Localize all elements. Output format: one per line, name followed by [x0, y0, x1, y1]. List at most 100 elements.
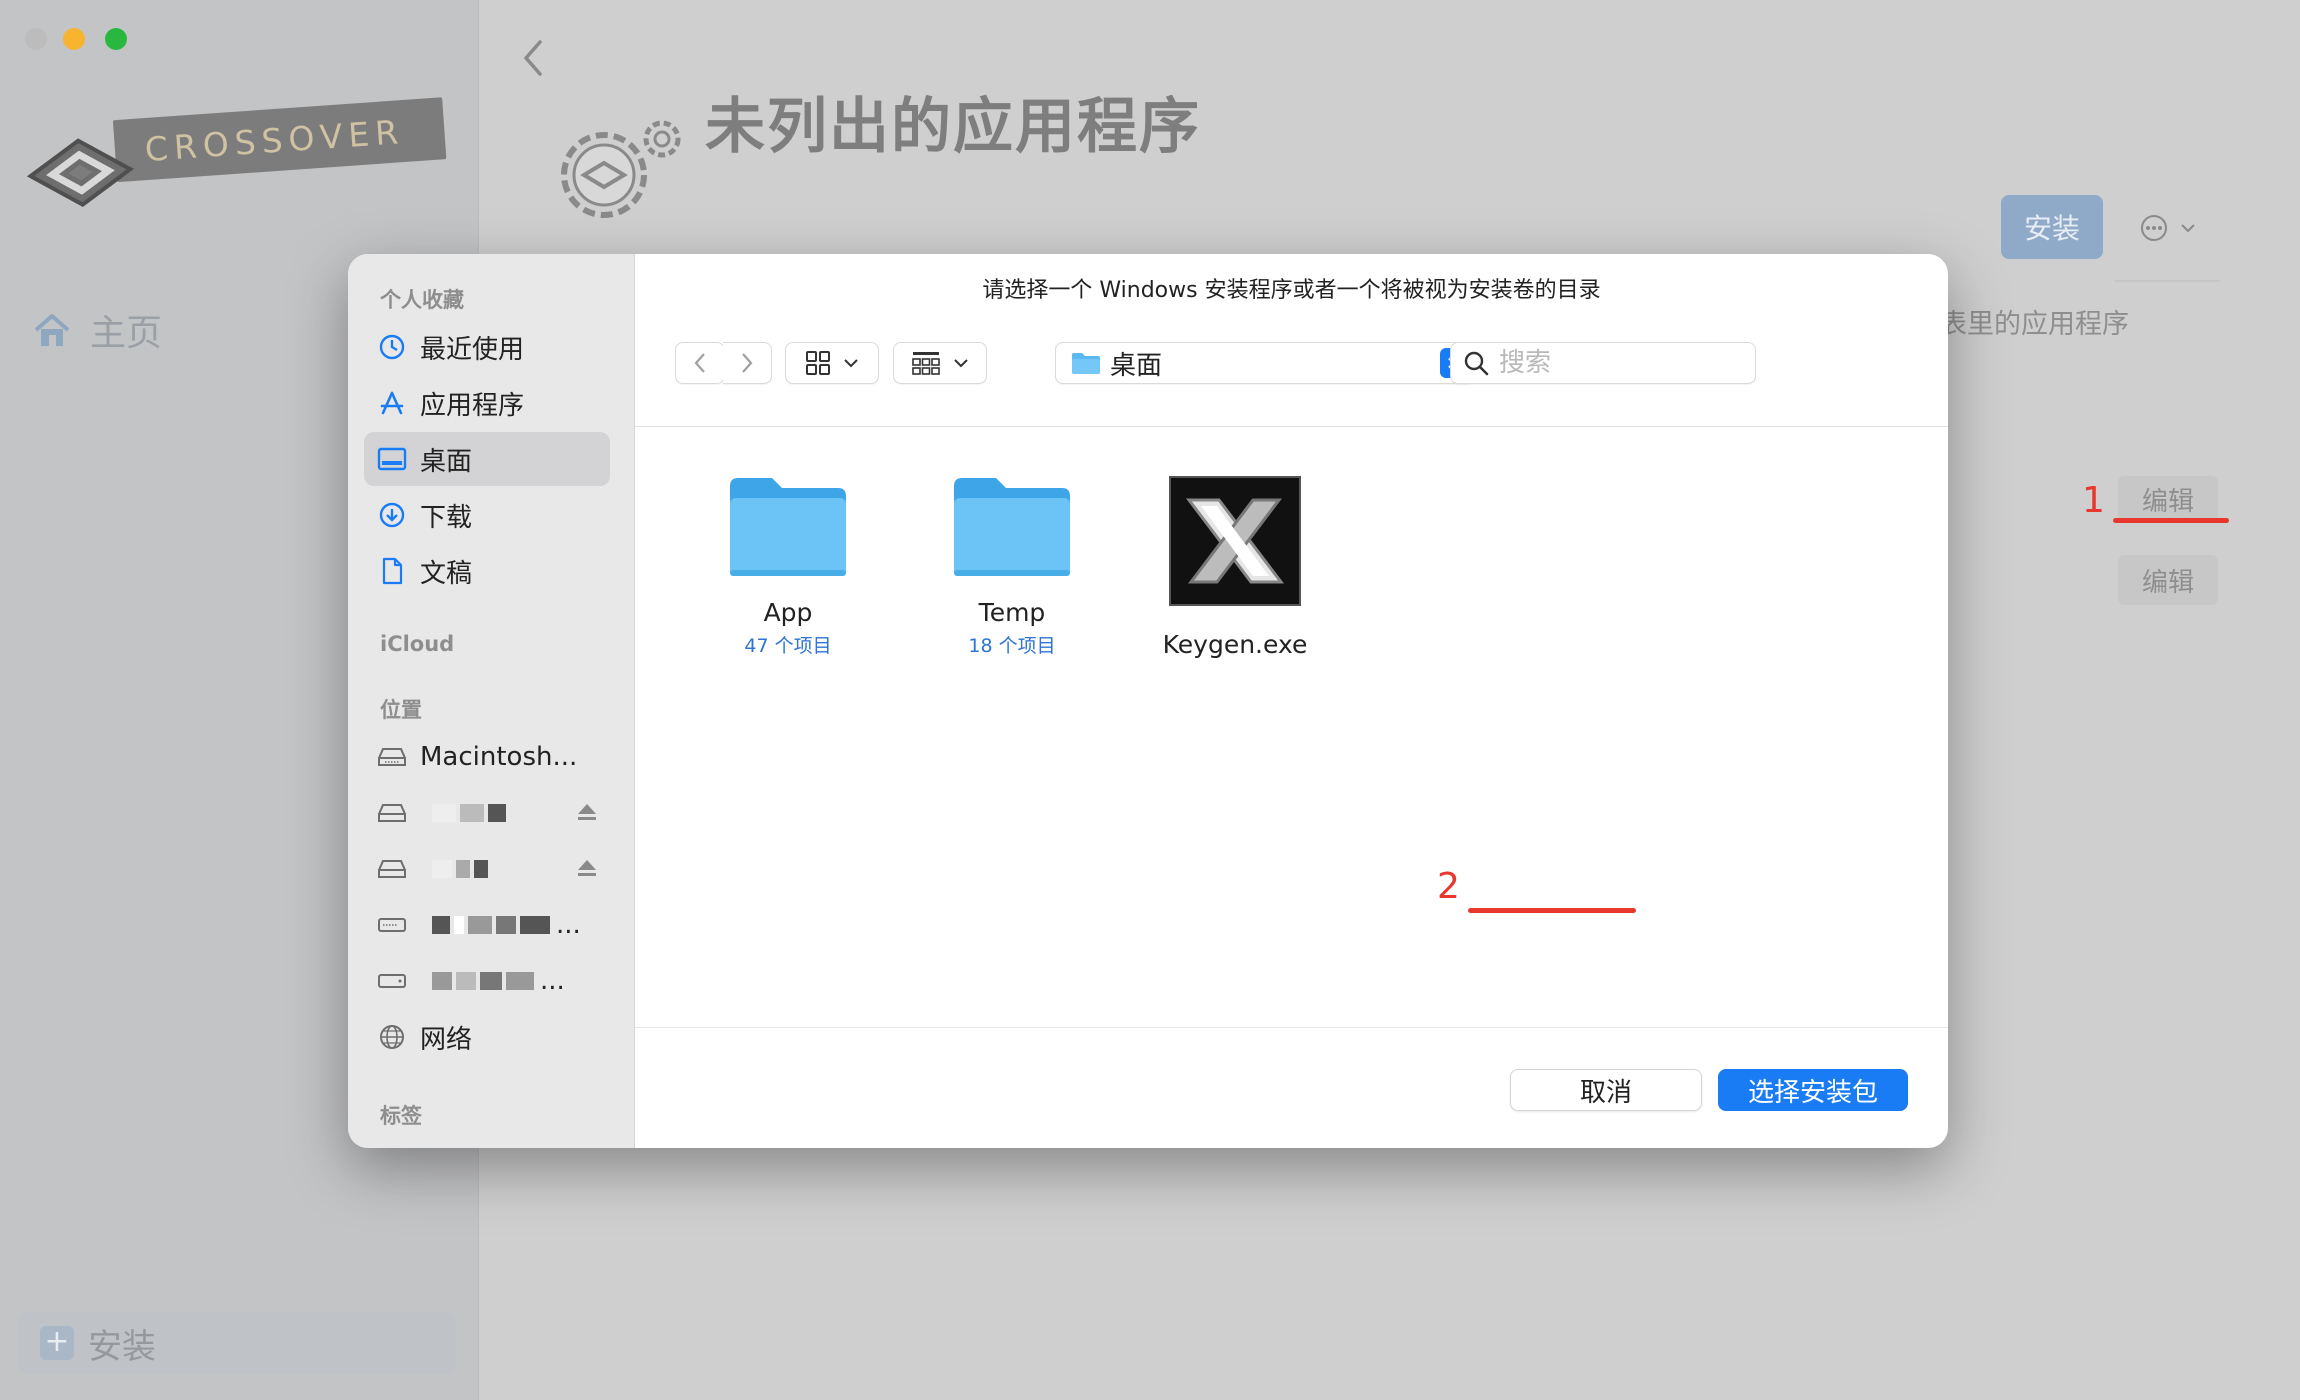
- sidebar-item-label: 应用程序: [420, 390, 525, 421]
- sidebar-item-external-disk-1[interactable]: [364, 786, 610, 840]
- sidebar-install-label: 安装: [88, 1326, 156, 1367]
- home-icon: [34, 314, 70, 346]
- file-name: Temp: [978, 598, 1046, 627]
- drive-icon: [376, 909, 408, 941]
- sidebar-item-label: Macintosh...: [420, 742, 578, 772]
- divider: [2115, 280, 2220, 282]
- locations-header: 位置: [380, 698, 422, 722]
- file-item-count: 18 个项目: [968, 635, 1056, 657]
- file-chooser-dialog: 个人收藏 最近使用 应用程序 桌面 下载 文稿 iCloud 位置 Macint…: [348, 254, 1948, 1148]
- sidebar-item-downloads[interactable]: 下载: [364, 488, 610, 542]
- globe-icon: [376, 1021, 408, 1053]
- annotation-underline-1: [2113, 518, 2229, 523]
- favorites-header: 个人收藏: [380, 288, 464, 312]
- eject-icon[interactable]: [576, 857, 598, 879]
- forward-button[interactable]: [723, 342, 772, 384]
- file-item-app[interactable]: App 47 个项目: [698, 470, 878, 658]
- external-disk-icon: [376, 797, 408, 829]
- document-icon: [376, 555, 408, 587]
- location-select[interactable]: 桌面: [1055, 342, 1475, 384]
- more-options-button[interactable]: [2128, 200, 2208, 256]
- sidebar-item-documents[interactable]: 文稿: [364, 544, 610, 598]
- page-title: 未列出的应用程序: [705, 92, 1201, 162]
- x-app-icon: [1169, 476, 1301, 606]
- annotation-underline-2: [1468, 908, 1636, 913]
- file-name: Keygen.exe: [1162, 630, 1308, 659]
- close-window-button[interactable]: [25, 28, 47, 50]
- sidebar-item-label: ...: [556, 910, 581, 940]
- crossover-logo: CROSSOVER: [17, 97, 449, 224]
- group-mode-button[interactable]: [893, 342, 987, 384]
- icon-grid-icon: [806, 351, 830, 375]
- plus-icon: +: [40, 1326, 74, 1360]
- search-input[interactable]: [1497, 347, 1721, 379]
- download-icon: [376, 499, 408, 531]
- chevron-left-icon: [694, 353, 705, 373]
- file-name: App: [763, 598, 813, 627]
- sidebar-item-macintosh-hd[interactable]: Macintosh...: [364, 730, 610, 784]
- chevron-down-icon: [954, 359, 968, 368]
- search-icon: [1464, 351, 1489, 376]
- eject-icon[interactable]: [576, 801, 598, 823]
- folder-icon: [954, 478, 1070, 576]
- back-button[interactable]: [675, 342, 725, 384]
- location-label: 桌面: [1110, 350, 1163, 381]
- dialog-main: 请选择一个 Windows 安装程序或者一个将被视为安装卷的目录 桌面 搜索 A…: [635, 254, 1948, 1148]
- logo-banner: CROSSOVER: [112, 97, 447, 183]
- sidebar-item-applications[interactable]: 应用程序: [364, 376, 610, 430]
- sidebar-item-external-disk-2[interactable]: [364, 842, 610, 896]
- sidebar-item-label: 下载: [420, 502, 473, 533]
- sidebar-item-drive-1[interactable]: ...: [364, 898, 610, 952]
- gear-app-icon: [561, 120, 681, 218]
- sidebar-item-label: 最近使用: [420, 334, 525, 365]
- sidebar-item-label: ...: [540, 966, 565, 996]
- tags-header: 标签: [380, 1104, 422, 1128]
- sidebar-item-desktop[interactable]: 桌面: [364, 432, 610, 486]
- choose-installer-button[interactable]: 选择安装包: [1718, 1069, 1908, 1111]
- folder-icon: [1072, 353, 1100, 374]
- annotation-number-1: 1: [2082, 480, 2105, 521]
- sidebar-install-button[interactable]: + 安装: [18, 1312, 456, 1374]
- file-item-count: 47 个项目: [744, 635, 832, 657]
- dialog-title: 请选择一个 Windows 安装程序或者一个将被视为安装卷的目录: [982, 278, 1601, 303]
- toolbar-divider: [635, 426, 1948, 427]
- chevron-down-icon: [844, 359, 858, 368]
- folder-icon: [730, 478, 846, 576]
- install-button[interactable]: 安装: [2001, 195, 2103, 259]
- annotation-number-2: 2: [1437, 866, 1460, 907]
- desktop-icon: [376, 443, 408, 475]
- description-snippet: 表里的应用程序: [1940, 309, 2129, 340]
- zoom-window-button[interactable]: [105, 28, 127, 50]
- sidebar-item-drive-2[interactable]: ...: [364, 954, 610, 1008]
- sidebar-item-recents[interactable]: 最近使用: [364, 320, 610, 374]
- edit-button-1[interactable]: 编辑: [2118, 476, 2218, 522]
- icloud-header: iCloud: [380, 632, 455, 656]
- cancel-button[interactable]: 取消: [1510, 1069, 1702, 1111]
- sidebar-item-home[interactable]: 主页: [32, 305, 162, 355]
- disk-icon: [376, 741, 408, 773]
- search-field[interactable]: [1450, 342, 1756, 384]
- redacted-label: [432, 804, 506, 822]
- file-item-temp[interactable]: Temp 18 个项目: [922, 470, 1102, 658]
- drive-icon: [376, 965, 408, 997]
- apps-icon: [376, 387, 408, 419]
- chevron-right-icon: [742, 353, 753, 373]
- dialog-sidebar: 个人收藏 最近使用 应用程序 桌面 下载 文稿 iCloud 位置 Macint…: [348, 254, 635, 1148]
- sidebar-item-network[interactable]: 网络: [364, 1010, 610, 1064]
- chevron-down-icon: [2181, 224, 2195, 233]
- sidebar-item-label: 文稿: [420, 558, 473, 589]
- external-disk-icon: [376, 853, 408, 885]
- ellipsis-circle-icon: [2141, 215, 2167, 241]
- logo-text: CROSSOVER: [143, 112, 406, 170]
- back-chevron-icon[interactable]: [518, 38, 548, 78]
- group-grid-icon: [912, 352, 940, 375]
- redacted-label: [432, 916, 550, 934]
- redacted-label: [432, 860, 488, 878]
- minimize-window-button[interactable]: [63, 28, 85, 50]
- view-mode-button[interactable]: [785, 342, 879, 384]
- file-item-keygen[interactable]: Keygen.exe: [1145, 476, 1325, 659]
- home-label: 主页: [90, 313, 163, 354]
- crossover-logo-icon: [26, 138, 135, 207]
- edit-button-2[interactable]: 编辑: [2118, 555, 2218, 605]
- sidebar-item-label: 网络: [420, 1024, 473, 1055]
